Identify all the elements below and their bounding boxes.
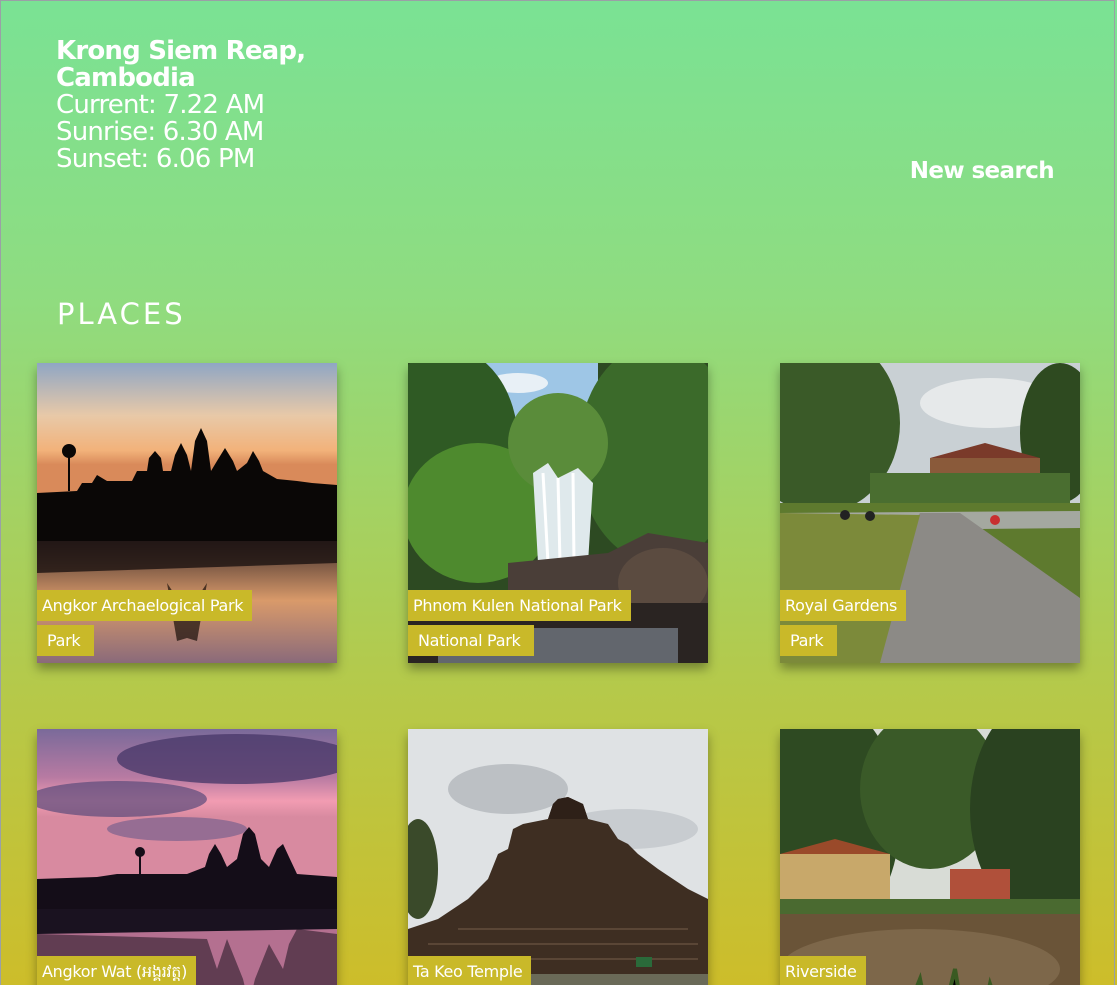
place-photo <box>408 729 708 985</box>
current-time: Current: 7.22 AM <box>56 90 265 120</box>
place-card[interactable]: Riverside <box>780 729 1080 985</box>
place-card[interactable]: Phnom Kulen National Park National Park <box>408 363 708 663</box>
place-name-tag: Phnom Kulen National Park <box>408 590 631 621</box>
city-name: Krong Siem Reap, <box>56 36 306 66</box>
place-card[interactable]: Angkor Wat (អង្គរវត្ត) <box>37 729 337 985</box>
place-name-tag: Angkor Archaelogical Park <box>37 590 253 621</box>
place-type-tag: Park <box>37 625 95 656</box>
sunrise-time: Sunrise: 6.30 AM <box>56 117 264 147</box>
place-card[interactable]: Ta Keo Temple <box>408 729 708 985</box>
location-header: Krong Siem Reap, Cambodia Current: 7.22 … <box>56 38 356 173</box>
place-name-tag: Angkor Wat (អង្គរវត្ត) <box>37 956 197 985</box>
sunset-time: Sunset: 6.06 PM <box>56 144 255 174</box>
country-name: Cambodia <box>56 63 196 93</box>
place-name-tag: Royal Gardens <box>780 590 907 621</box>
place-card[interactable]: Royal Gardens Park <box>780 363 1080 663</box>
place-card[interactable]: Angkor Archaelogical Park Park <box>37 363 337 663</box>
place-type-tag: National Park <box>408 625 535 656</box>
place-name-tag: Riverside <box>780 956 866 985</box>
place-type-tag: Park <box>780 625 838 656</box>
place-photo <box>37 729 337 985</box>
place-name-tag: Ta Keo Temple <box>408 956 532 985</box>
place-photo <box>780 729 1080 985</box>
places-heading: PLACES <box>57 297 186 331</box>
new-search-link[interactable]: New search <box>910 158 1055 184</box>
